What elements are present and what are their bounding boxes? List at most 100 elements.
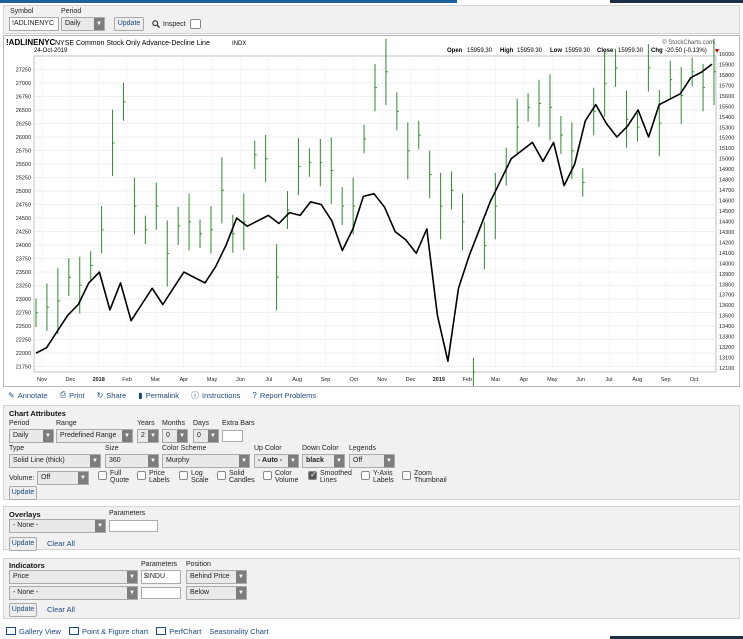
smoothed-lines-label: Smoothed Lines [320, 470, 352, 484]
price-chart: 27250 27000 26750 26500 26250 26000 25750 25500… [3, 35, 740, 387]
months-select[interactable]: 0 ▼ [162, 429, 188, 443]
chg-value: -20.50 (-0.13%) [665, 48, 707, 54]
years-select[interactable]: 2 ▼ [137, 429, 159, 443]
x-tick-label: 2019 [433, 377, 445, 383]
x-tick-label: Dec [65, 377, 75, 383]
zoom-thumbnail-checkbox[interactable] [402, 471, 411, 480]
chevron-down-icon: ▼ [236, 571, 246, 583]
size-select[interactable]: 360 ▼ [105, 454, 159, 468]
chart-attributes-panel: Chart Attributes Period Range Years Mont… [3, 405, 740, 500]
right-tick-label: 13300 [719, 335, 734, 341]
overlay-parameters-input[interactable] [109, 520, 158, 532]
update-button[interactable]: Update [114, 17, 144, 31]
period-select[interactable]: Daily ▼ [61, 17, 105, 31]
right-tick-label: 14300 [719, 230, 734, 236]
color-volume-checkbox[interactable] [263, 471, 272, 480]
days-select[interactable]: 0 ▼ [193, 429, 219, 443]
open-label: Open [447, 48, 463, 54]
full-quote-checkbox[interactable] [98, 471, 107, 480]
down-color-select[interactable]: black ▼ [302, 454, 345, 468]
price-labels-checkbox[interactable] [137, 471, 146, 480]
days-label: Days [193, 420, 209, 427]
chevron-down-icon: ▼ [177, 430, 187, 442]
legends-select[interactable]: Off ▼ [349, 454, 395, 468]
period-label: Period [61, 8, 82, 15]
right-tick-label: 13800 [719, 282, 734, 288]
symbol-input[interactable]: !ADLINENYC [9, 17, 59, 31]
right-tick-label: 13400 [719, 324, 734, 330]
attributes-update-button[interactable]: Update [9, 486, 37, 500]
indicator-param-1-input[interactable]: $INDU [141, 570, 181, 584]
report-label: Report Problems [259, 390, 317, 400]
report-problems-link[interactable]: ? Report Problems [252, 391, 316, 400]
down-color-label: Down Color [302, 445, 339, 452]
inspect-toggle[interactable]: Inspect [152, 20, 186, 28]
help-icon: ? [252, 390, 257, 400]
left-tick-label: 22250 [16, 338, 31, 344]
color-scheme-value: Murphy [166, 457, 190, 464]
right-tick-label: 15100 [719, 146, 734, 152]
print-link[interactable]: ⎙ Print [60, 390, 85, 400]
left-tick-label: 26000 [16, 135, 31, 141]
instructions-link[interactable]: ⓘ Instructions [191, 390, 240, 401]
open-value: 15959.30 [467, 48, 493, 54]
high-label: High [500, 48, 514, 54]
indicator-select-2[interactable]: - None - ▼ [9, 586, 138, 600]
symbol-panel: Symbol Period !ADLINENYC Daily ▼ Update I… [3, 5, 740, 34]
log-scale-checkbox[interactable] [179, 471, 188, 480]
chart-date: 24-Oct-2019 [34, 48, 68, 54]
share-link[interactable]: ↻ Share [97, 391, 127, 400]
color-scheme-select[interactable]: Murphy ▼ [162, 454, 250, 468]
chevron-down-icon: ▼ [148, 430, 158, 442]
instructions-label: Instructions [202, 390, 241, 400]
months-label: Months [162, 420, 185, 427]
smoothed-lines-checkbox[interactable] [308, 470, 317, 480]
x-tick-label: Apr [520, 377, 529, 383]
indicators-clear-all-link[interactable]: Clear All [47, 605, 75, 614]
indicator-select-1[interactable]: Price ▼ [9, 570, 138, 584]
left-tick-label: 25750 [16, 149, 31, 155]
point-figure-icon [68, 627, 79, 635]
solid-candles-checkbox[interactable] [217, 471, 226, 480]
x-tick-label: Sep [661, 377, 671, 383]
left-tick-label: 25000 [16, 189, 31, 195]
share-icon: ↻ [96, 390, 104, 400]
overlay-select[interactable]: - None - ▼ [9, 519, 106, 533]
up-color-select[interactable]: - Auto - ▼ [254, 454, 299, 468]
right-tick-label: 14700 [719, 188, 734, 194]
point-figure-link[interactable]: Point & Figure chart [68, 627, 148, 636]
left-tick-label: 27000 [16, 81, 31, 87]
indicators-position-label: Position [186, 561, 211, 568]
range-select[interactable]: Predefined Range ▼ [56, 429, 133, 443]
seasonality-link[interactable]: Seasonality Chart [209, 627, 268, 636]
chevron-down-icon: ▼ [90, 455, 100, 467]
attr-period-select[interactable]: Daily ▼ [9, 429, 54, 443]
indicators-update-button[interactable]: Update [9, 603, 37, 617]
right-tick-label: 14200 [719, 240, 734, 246]
right-tick-label: 15600 [719, 94, 734, 100]
indicator-position-2-select[interactable]: Below ▼ [186, 586, 247, 600]
gallery-view-label: Gallery View [19, 626, 61, 636]
extra-bars-input[interactable] [222, 430, 243, 442]
yaxis-labels-checkbox[interactable] [361, 471, 370, 480]
x-axis: Nov Dec 2018 Feb Mar Apr May Jun Jul Aug Sep Oct Nov… [37, 377, 699, 383]
left-tick-label: 22500 [16, 324, 31, 330]
type-select[interactable]: Solid Line (thick) ▼ [9, 454, 101, 468]
permalink-link[interactable]: ▮ Permalink [138, 391, 179, 400]
range-value: Predefined Range [60, 432, 117, 439]
right-tick-label: 15300 [719, 125, 734, 131]
indicator-param-2-input[interactable] [141, 587, 181, 599]
perfchart-link[interactable]: PerfChart [156, 627, 201, 636]
annotate-link[interactable]: ✎ Annotate [8, 391, 48, 400]
overlays-update-button[interactable]: Update [9, 537, 37, 551]
printer-icon: ⎙ [59, 390, 67, 399]
inspect-checkbox[interactable] [190, 19, 201, 29]
right-tick-label: 14900 [719, 167, 734, 173]
right-tick-label: 15800 [719, 73, 734, 79]
volume-select[interactable]: Off ▼ [37, 471, 89, 485]
overlays-clear-all-link[interactable]: Clear All [47, 539, 75, 548]
gallery-view-link[interactable]: Gallery View [6, 627, 61, 636]
chevron-down-icon: ▼ [288, 455, 298, 467]
x-tick-label: Sep [321, 377, 331, 383]
indicator-position-1-select[interactable]: Behind Price ▼ [186, 570, 247, 584]
